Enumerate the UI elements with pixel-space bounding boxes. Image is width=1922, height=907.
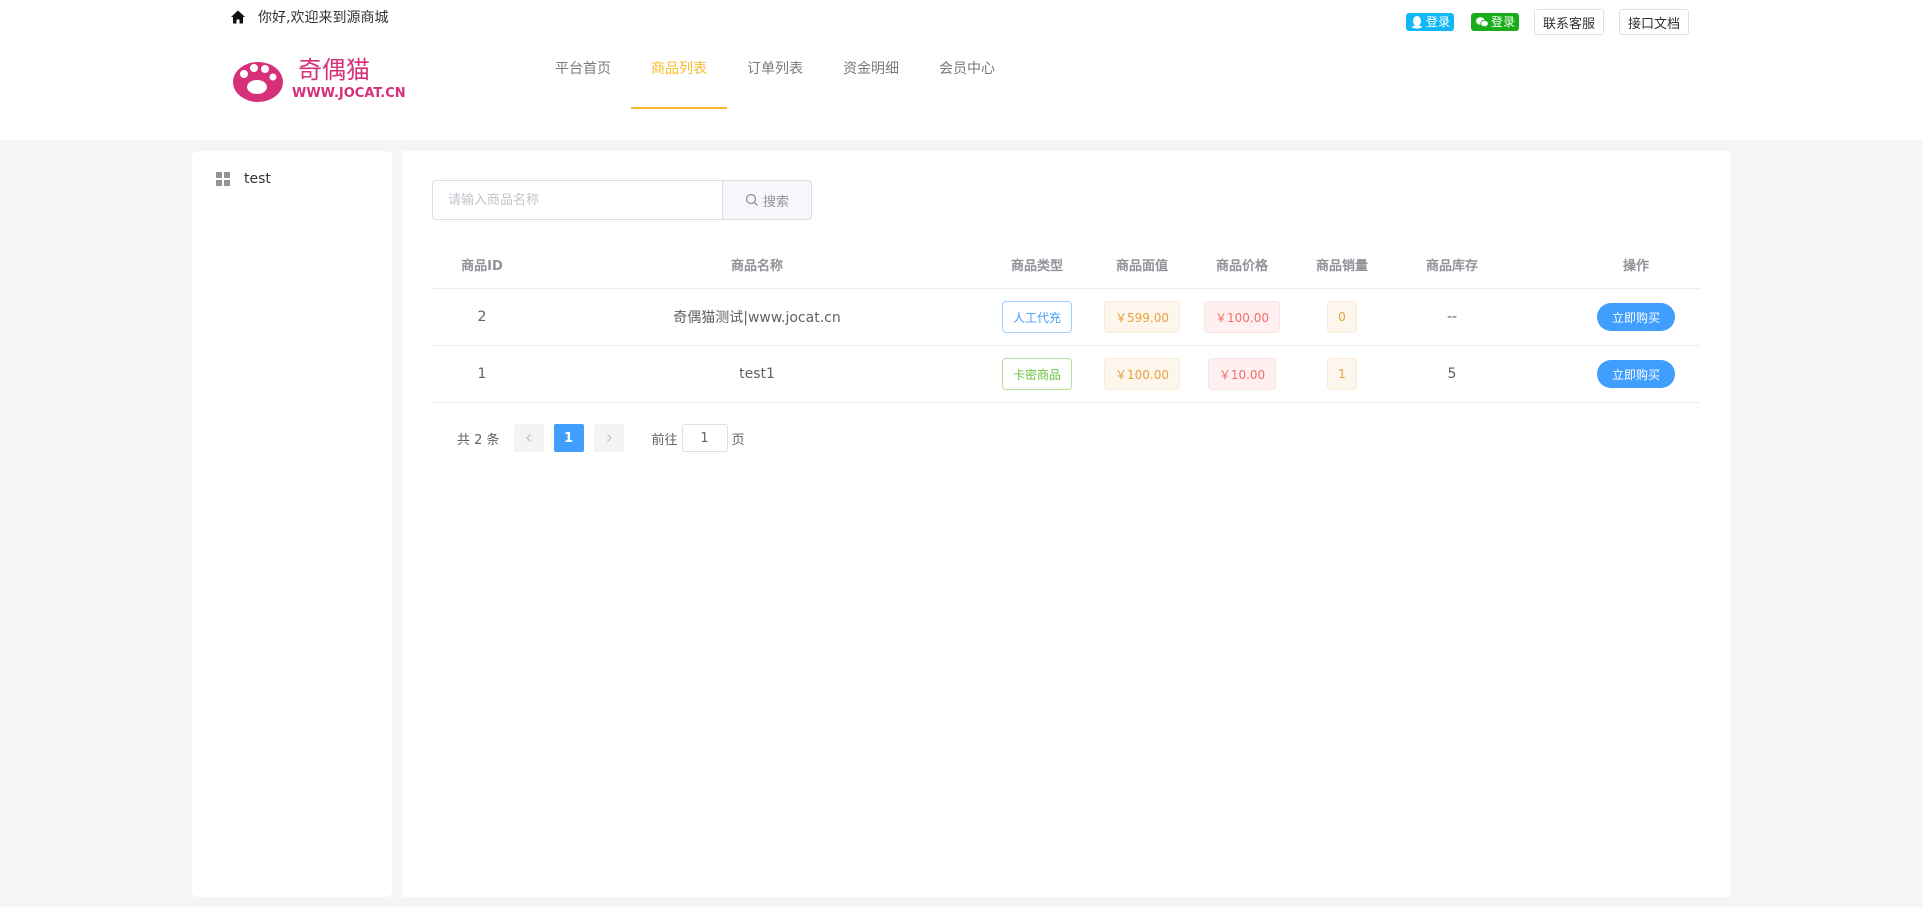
header-id: 商品ID	[461, 259, 503, 274]
price-tag: ￥100.00	[1204, 301, 1280, 333]
table-row: 2 奇偶猫测试|www.jocat.cn 人工代充 ￥599.00 ￥100.0…	[432, 289, 1700, 346]
main-nav: 平台首页 商品列表 订单列表 资金明细 会员中心	[535, 59, 1015, 109]
grid-icon	[216, 172, 230, 186]
goto-suffix: 页	[731, 432, 745, 448]
goto-label: 前往	[651, 432, 678, 448]
search-icon	[745, 193, 758, 206]
type-tag: 卡密商品	[1001, 358, 1072, 390]
prev-page-button[interactable]	[513, 424, 544, 452]
goto-page-input[interactable]	[681, 424, 728, 452]
face-value-tag: ￥599.00	[1104, 301, 1180, 333]
goto-page: 前往 页	[652, 424, 745, 452]
price-tag: ￥10.00	[1207, 358, 1277, 390]
welcome-bar: 你好,欢迎来到源商城	[230, 7, 388, 27]
cell-stock: 5	[1447, 366, 1457, 382]
cell-id: 2	[477, 309, 487, 325]
sales-tag: 1	[1327, 358, 1357, 390]
logo-en-text: WWW.JOCAT.CN	[292, 86, 405, 101]
cell-id: 1	[477, 366, 487, 382]
product-panel: 搜索 商品ID 商品名称 商品类型 商品面值 商品价格 商品销量 商品库存 操作…	[402, 151, 1730, 897]
qq-login-button[interactable]: 登录	[1406, 13, 1455, 31]
nav-home[interactable]: 平台首页	[535, 59, 631, 109]
header-sales: 商品销量	[1315, 259, 1368, 274]
logo-cn-text: 奇偶猫	[298, 56, 370, 84]
type-tag: 人工代充	[1001, 301, 1072, 333]
search-button-label: 搜索	[762, 194, 789, 210]
header-type: 商品类型	[1010, 259, 1063, 274]
chevron-right-icon	[606, 434, 612, 442]
nav-fund-details[interactable]: 资金明细	[823, 59, 919, 109]
search-bar: 搜索	[432, 180, 812, 220]
category-sidebar: test	[192, 151, 392, 897]
sales-tag: 0	[1327, 301, 1357, 333]
table-header-row: 商品ID 商品名称 商品类型 商品面值 商品价格 商品销量 商品库存 操作	[432, 241, 1700, 289]
qq-icon	[1412, 16, 1422, 29]
nav-member-center[interactable]: 会员中心	[919, 59, 1015, 109]
wechat-login-button[interactable]: 登录	[1471, 13, 1520, 31]
nav-order-list[interactable]: 订单列表	[727, 59, 823, 109]
header-face-value: 商品面值	[1115, 259, 1168, 274]
site-logo[interactable]: 奇偶猫 WWW.JOCAT.CN	[230, 52, 406, 104]
site-header: 你好,欢迎来到源商城 登录 登录 联系客服 接口文档 奇偶猫 WWW.JOCAT…	[0, 0, 1922, 140]
top-right-actions: 登录 登录 联系客服 接口文档	[1406, 9, 1690, 35]
next-page-button[interactable]	[593, 424, 624, 452]
header-operation: 操作	[1622, 259, 1649, 274]
api-docs-button[interactable]: 接口文档	[1619, 9, 1690, 35]
search-button[interactable]: 搜索	[722, 180, 812, 220]
chevron-left-icon	[525, 434, 531, 442]
search-input[interactable]	[432, 180, 722, 220]
nav-product-list[interactable]: 商品列表	[631, 59, 727, 109]
face-value-tag: ￥100.00	[1104, 358, 1180, 390]
welcome-text: 你好,欢迎来到源商城	[258, 10, 389, 26]
qq-login-label: 登录	[1426, 15, 1451, 29]
header-stock: 商品库存	[1425, 259, 1478, 274]
wechat-icon	[1476, 17, 1489, 28]
contact-service-button[interactable]: 联系客服	[1534, 9, 1605, 35]
table-row: 1 test1 卡密商品 ￥100.00 ￥10.00 1 5 立即购买	[432, 346, 1700, 403]
wechat-login-label: 登录	[1491, 15, 1516, 29]
pagination: 共 2 条 1 前往 页	[457, 424, 745, 452]
header-price: 商品价格	[1215, 259, 1268, 274]
paw-logo: 奇偶猫 WWW.JOCAT.CN	[233, 56, 406, 102]
home-icon[interactable]	[230, 9, 246, 25]
cell-stock: --	[1446, 309, 1458, 325]
product-table: 商品ID 商品名称 商品类型 商品面值 商品价格 商品销量 商品库存 操作 2 …	[432, 241, 1700, 403]
buy-now-button[interactable]: 立即购买	[1596, 303, 1675, 331]
sidebar-item-test[interactable]: test	[216, 171, 271, 187]
sidebar-item-label: test	[244, 171, 271, 187]
header-name: 商品名称	[730, 259, 783, 274]
cell-name: 奇偶猫测试|www.jocat.cn	[673, 310, 841, 326]
cell-name: test1	[739, 366, 775, 382]
page-number-current[interactable]: 1	[553, 424, 584, 452]
pagination-total: 共 2 条	[457, 432, 500, 448]
buy-now-button[interactable]: 立即购买	[1596, 360, 1675, 388]
